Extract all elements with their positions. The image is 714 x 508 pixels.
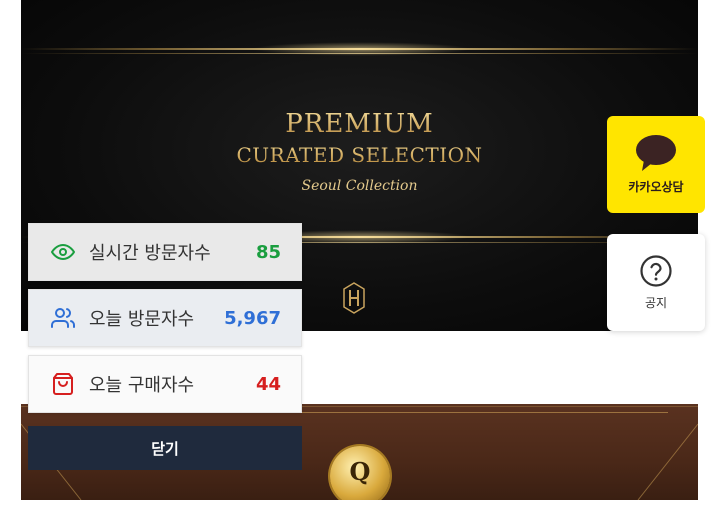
stat-value: 85 xyxy=(255,241,281,263)
stat-label: 오늘 방문자수 xyxy=(89,309,195,330)
stat-label: 오늘 구매자수 xyxy=(89,375,195,396)
banner-subtitle: CURATED SELECTION xyxy=(21,143,698,167)
gold-divider-top xyxy=(21,48,698,50)
stat-today-buyers: 오늘 구매자수 44 xyxy=(28,355,302,413)
speech-bubble-icon xyxy=(636,135,676,171)
stat-today-visitors: 오늘 방문자수 5,967 xyxy=(28,289,302,347)
eye-icon xyxy=(51,240,75,264)
notice-button[interactable]: 공지 xyxy=(607,234,705,331)
stat-realtime-visitors: 실시간 방문자수 85 xyxy=(28,223,302,281)
badge-letter: Q xyxy=(349,456,371,486)
close-button[interactable]: 닫기 xyxy=(28,426,302,470)
stat-value: 5,967 xyxy=(224,307,281,329)
stat-label: 실시간 방문자수 xyxy=(89,243,211,264)
shopping-bag-icon xyxy=(51,372,75,396)
kakao-consult-button[interactable]: 카카오상담 xyxy=(607,116,705,213)
notice-label: 공지 xyxy=(644,296,668,310)
question-circle-icon xyxy=(640,255,672,287)
banner-script-text: Seoul Collection xyxy=(301,178,418,194)
users-icon xyxy=(51,306,75,330)
brand-logo-icon xyxy=(343,282,365,314)
kakao-consult-label: 카카오상담 xyxy=(628,180,684,194)
quality-badge: Q xyxy=(330,446,390,500)
gold-divider-top-thin xyxy=(21,53,698,54)
premium-banner[interactable]: PREMIUM CURATED SELECTION Seoul Collecti… xyxy=(21,0,698,331)
banner-title: PREMIUM xyxy=(21,109,698,139)
stat-value: 44 xyxy=(255,373,281,395)
